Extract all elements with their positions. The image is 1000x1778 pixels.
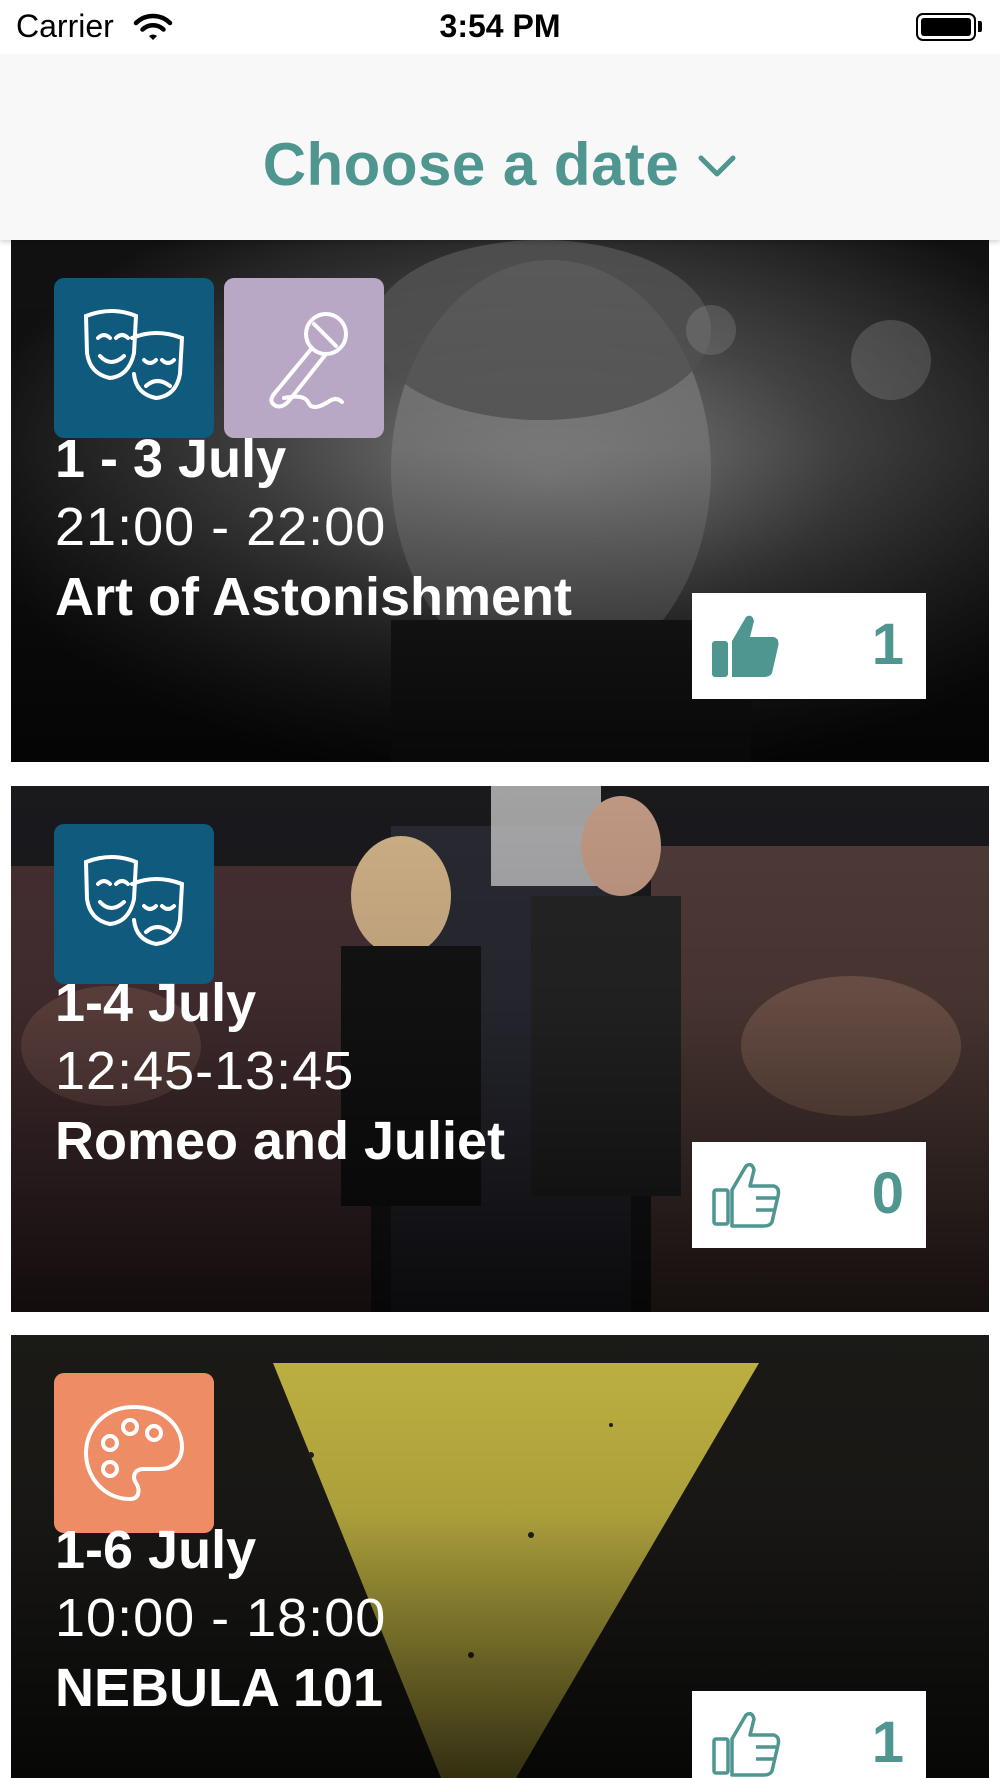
theatre-masks-icon: [54, 824, 214, 984]
status-bar: Carrier 3:54 PM: [0, 0, 1000, 54]
header-bar: Choose a date: [0, 54, 1000, 240]
battery-icon: [916, 13, 976, 41]
like-count: 1: [871, 612, 904, 677]
thumbs-up-filled-icon: [712, 615, 779, 677]
microphone-icon: [224, 278, 384, 438]
event-card[interactable]: 1-4 July 12:45-13:45 Romeo and Juliet 0: [11, 786, 989, 1312]
theatre-masks-icon: [54, 278, 214, 438]
like-button[interactable]: 1: [692, 593, 926, 699]
date-picker-button[interactable]: Choose a date: [0, 124, 1000, 204]
event-dates: 1-4 July: [55, 973, 257, 1033]
event-time: 21:00 - 22:00: [55, 497, 387, 557]
event-time: 12:45-13:45: [55, 1041, 355, 1101]
like-count: 1: [871, 1710, 904, 1775]
date-picker-label: Choose a date: [262, 130, 680, 198]
clock: 3:54 PM: [439, 8, 561, 44]
like-button[interactable]: 0: [692, 1142, 926, 1248]
event-time: 10:00 - 18:00: [55, 1588, 387, 1648]
thumbs-up-outline-icon: [712, 1711, 781, 1777]
chevron-down-icon: [698, 155, 736, 177]
event-dates: 1 - 3 July: [55, 429, 287, 489]
event-title: Romeo and Juliet: [55, 1111, 506, 1171]
event-title: Art of Astonishment: [55, 567, 572, 627]
event-card[interactable]: 1 - 3 July 21:00 - 22:00 Art of Astonish…: [11, 240, 989, 762]
event-dates: 1-6 July: [55, 1520, 257, 1580]
like-count: 0: [871, 1161, 904, 1226]
battery-tip: [978, 21, 982, 32]
event-title: NEBULA 101: [55, 1658, 384, 1718]
event-card[interactable]: 1-6 July 10:00 - 18:00 NEBULA 101 1: [11, 1335, 989, 1778]
palette-icon: [54, 1373, 214, 1533]
like-button[interactable]: 1: [692, 1691, 926, 1778]
thumbs-up-outline-icon: [712, 1162, 781, 1228]
